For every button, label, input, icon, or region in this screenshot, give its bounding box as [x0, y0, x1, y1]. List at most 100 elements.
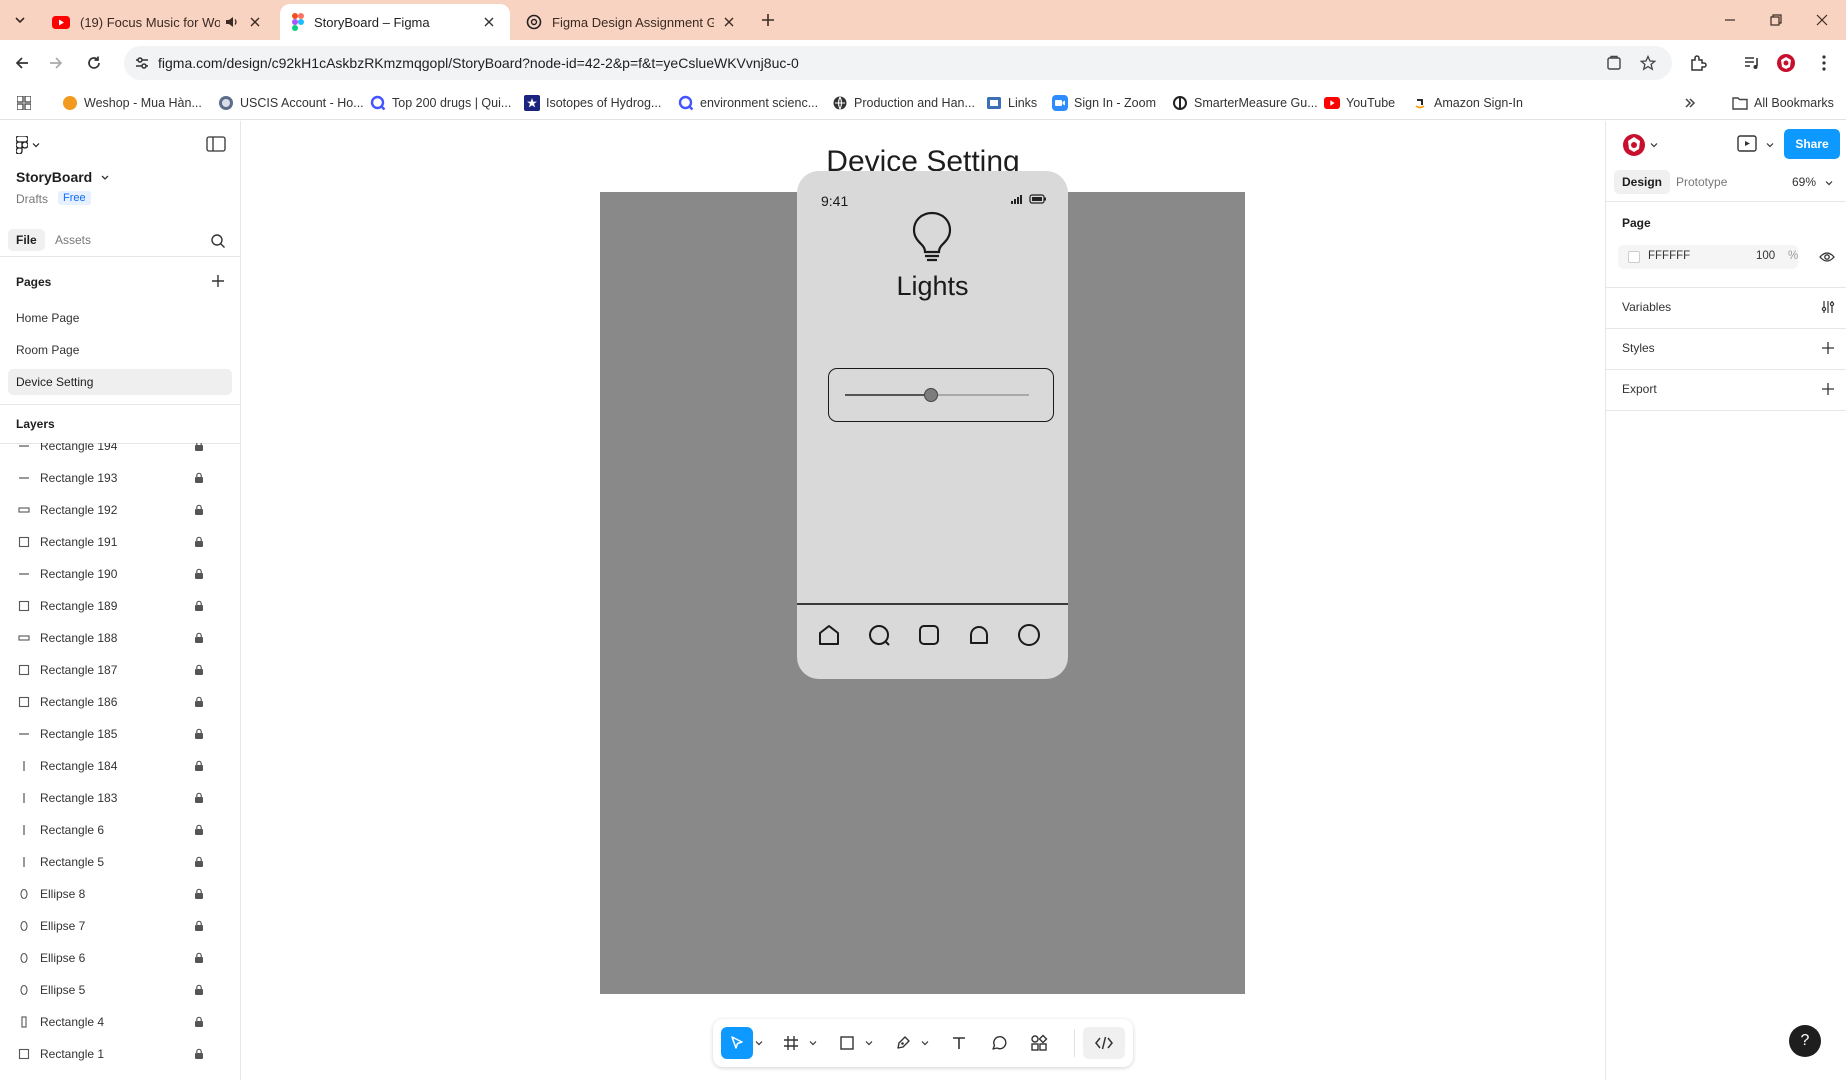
lock-icon[interactable] [193, 696, 205, 708]
chevron-down-icon[interactable] [1650, 141, 1658, 149]
lock-icon[interactable] [193, 824, 205, 836]
tab-file[interactable]: File [8, 229, 45, 251]
layer-row[interactable]: Rectangle 189 [0, 590, 240, 622]
square-icon[interactable] [917, 623, 941, 647]
bookmark-star-button[interactable] [1638, 53, 1658, 73]
lock-icon[interactable] [193, 888, 205, 900]
layer-row[interactable]: Rectangle 185 [0, 718, 240, 750]
lock-icon[interactable] [193, 728, 205, 740]
pen-tool-button[interactable] [887, 1027, 919, 1059]
present-icon[interactable] [1736, 133, 1758, 155]
bookmark-production-handling[interactable]: Production and Han... [832, 93, 975, 113]
layer-row[interactable]: Rectangle 187 [0, 654, 240, 686]
bookmark-top-200-drugs[interactable]: Top 200 drugs | Qui... [370, 93, 511, 113]
lock-icon[interactable] [193, 920, 205, 932]
search-icon[interactable] [210, 233, 226, 249]
lock-icon[interactable] [193, 792, 205, 804]
close-window-button[interactable] [1802, 8, 1842, 32]
address-bar[interactable]: figma.com/design/c92kH1cAskbzRKmzmqgopl/… [124, 46, 1672, 80]
bookmark-uscis[interactable]: USCIS Account - Ho... [218, 93, 364, 113]
layer-row[interactable]: Ellipse 6 [0, 942, 240, 974]
add-page-icon[interactable] [210, 273, 226, 289]
lock-icon[interactable] [193, 856, 205, 868]
bookmark-smartermeasure[interactable]: SmarterMeasure Gu... [1172, 93, 1318, 113]
search-icon[interactable] [867, 623, 891, 647]
variables-section[interactable]: Variables [1622, 300, 1671, 314]
add-style-icon[interactable] [1821, 341, 1835, 355]
back-button[interactable] [10, 51, 34, 75]
layer-row[interactable]: Rectangle 194 [0, 443, 240, 462]
phone-mockup[interactable]: 9:41 Lights [797, 171, 1068, 679]
layer-row[interactable]: Ellipse 8 [0, 878, 240, 910]
chevron-down-icon[interactable] [755, 1039, 763, 1047]
bookmark-youtube[interactable]: YouTube [1324, 93, 1395, 113]
chevron-down-icon[interactable] [809, 1039, 817, 1047]
profile-button[interactable] [1774, 51, 1798, 75]
site-info-button[interactable] [132, 53, 152, 73]
layer-row[interactable]: Rectangle 193 [0, 462, 240, 494]
apps-button[interactable] [16, 93, 38, 113]
profile-icon[interactable] [1017, 623, 1041, 647]
browser-tab-figma-storyboard[interactable]: StoryBoard – Figma [280, 4, 510, 40]
drafts-location[interactable]: Drafts [16, 192, 48, 206]
export-section[interactable]: Export [1622, 382, 1657, 396]
file-name[interactable]: StoryBoard [16, 169, 92, 185]
chevron-down-icon[interactable] [865, 1039, 873, 1047]
page-fill-hex[interactable]: FFFFFF [1648, 250, 1690, 262]
browser-tab-figma-guide[interactable]: Figma Design Assignment Guid [514, 4, 750, 40]
actions-button[interactable] [1023, 1027, 1055, 1059]
browser-menu-button[interactable] [1812, 51, 1836, 75]
layer-row[interactable]: Rectangle 192 [0, 494, 240, 526]
page-fill-field[interactable]: FFFFFF 100 % [1618, 245, 1798, 269]
layer-row[interactable]: Rectangle 183 [0, 782, 240, 814]
main-menu-button[interactable] [16, 135, 50, 155]
new-tab-button[interactable] [756, 8, 780, 32]
toggle-sidebar-icon[interactable] [206, 135, 226, 153]
lock-icon[interactable] [193, 504, 205, 516]
layer-row[interactable]: Rectangle 191 [0, 526, 240, 558]
layer-row[interactable]: Rectangle 190 [0, 558, 240, 590]
lock-icon[interactable] [193, 1016, 205, 1028]
close-tab-button[interactable] [246, 13, 264, 31]
help-button[interactable]: ? [1789, 1025, 1821, 1057]
layer-row[interactable]: Rectangle 4 [0, 1006, 240, 1038]
lock-icon[interactable] [193, 664, 205, 676]
move-tool-button[interactable] [721, 1027, 753, 1059]
page-color-swatch[interactable] [1628, 251, 1640, 263]
lock-icon[interactable] [193, 984, 205, 996]
all-bookmarks-button[interactable]: All Bookmarks [1732, 93, 1834, 113]
install-app-button[interactable] [1604, 53, 1624, 73]
tab-assets[interactable]: Assets [47, 229, 99, 251]
add-export-icon[interactable] [1821, 382, 1835, 396]
more-bookmarks-button[interactable] [1684, 93, 1696, 113]
bookmark-isotopes[interactable]: Isotopes of Hydrog... [524, 93, 661, 113]
layer-row[interactable]: Rectangle 1 [0, 1038, 240, 1070]
plan-badge[interactable]: Free [58, 191, 91, 205]
media-control-button[interactable] [1740, 51, 1764, 75]
page-item-device-setting[interactable]: Device Setting [8, 369, 232, 395]
page-item-room-page[interactable]: Room Page [8, 337, 232, 363]
lock-icon[interactable] [193, 760, 205, 772]
lock-icon[interactable] [193, 568, 205, 580]
extensions-button[interactable] [1686, 51, 1710, 75]
close-tab-button[interactable] [720, 13, 738, 31]
lock-icon[interactable] [193, 443, 205, 452]
bookmark-links[interactable]: Links [986, 93, 1037, 113]
eye-icon[interactable] [1819, 251, 1835, 263]
speaker-icon[interactable] [224, 14, 240, 30]
layer-row[interactable]: Rectangle 184 [0, 750, 240, 782]
styles-section[interactable]: Styles [1622, 341, 1655, 355]
close-tab-button[interactable] [480, 13, 498, 31]
bookmark-zoom[interactable]: Sign In - Zoom [1052, 93, 1156, 113]
tab-prototype[interactable]: Prototype [1668, 170, 1735, 194]
tab-search-menu-button[interactable] [8, 8, 32, 32]
page-fill-opacity[interactable]: 100 [1756, 250, 1775, 262]
restore-window-button[interactable] [1756, 8, 1796, 32]
layer-row[interactable]: Rectangle 188 [0, 622, 240, 654]
forward-button[interactable] [44, 51, 68, 75]
bookmark-environment-science[interactable]: environment scienc... [678, 93, 818, 113]
chevron-down-icon[interactable] [921, 1039, 929, 1047]
lock-icon[interactable] [193, 472, 205, 484]
variables-settings-icon[interactable] [1821, 300, 1835, 314]
shape-tool-button[interactable] [831, 1027, 863, 1059]
